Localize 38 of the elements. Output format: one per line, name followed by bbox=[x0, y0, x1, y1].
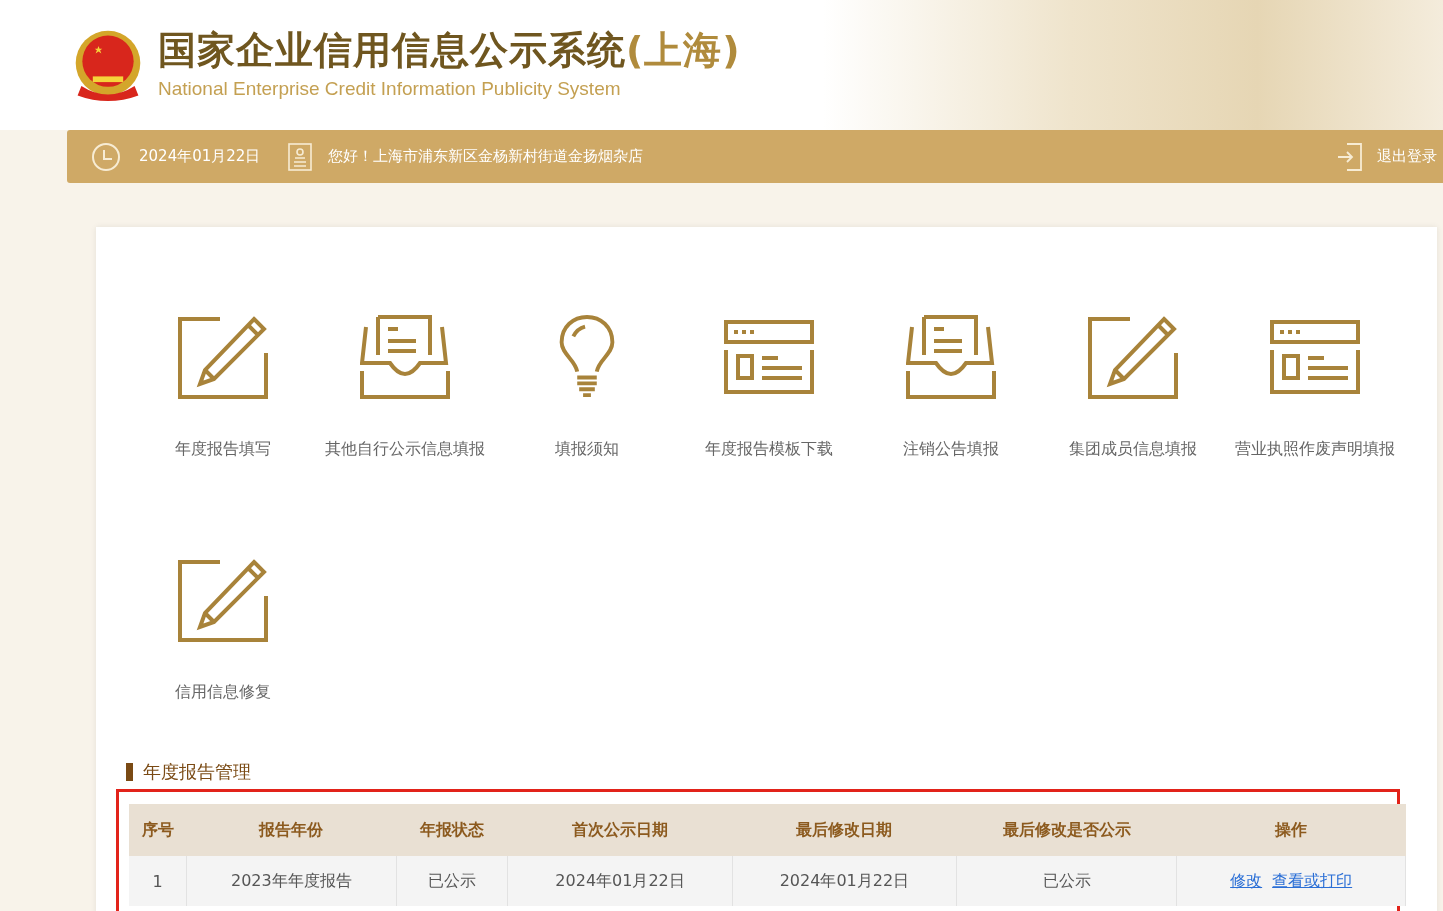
site-subtitle: National Enterprise Credit Information Publicity System bbox=[158, 77, 622, 100]
action-link[interactable]: 查看或打印 bbox=[1272, 870, 1353, 890]
pencil-on-square-icon bbox=[1088, 315, 1178, 399]
menu-tile[interactable]: 填报须知 bbox=[496, 315, 678, 460]
table-cell: 已公示 bbox=[396, 856, 508, 906]
column-header: 最后修改是否公示 bbox=[956, 804, 1177, 856]
clock-icon bbox=[91, 141, 121, 172]
table-cell: 1 bbox=[129, 856, 187, 906]
menu-tile[interactable]: 其他自行公示信息填报 bbox=[314, 315, 496, 460]
column-header: 年报状态 bbox=[396, 804, 508, 856]
table-cell: 已公示 bbox=[956, 856, 1177, 906]
action-link[interactable]: 修改 bbox=[1230, 870, 1263, 890]
section-title: 年度报告管理 bbox=[126, 763, 1407, 781]
column-header: 序号 bbox=[129, 804, 187, 856]
menu-tile[interactable]: 年度报告模板下载 bbox=[678, 315, 860, 460]
pencil-on-square-icon bbox=[178, 558, 268, 642]
pencil-on-square-icon bbox=[178, 315, 268, 399]
greeting-text: 您好！上海市浦东新区金杨新村街道金扬烟杂店 bbox=[328, 147, 644, 166]
table-cell: 2023年年度报告 bbox=[186, 856, 397, 906]
inbox-tray-icon bbox=[906, 315, 996, 399]
lightbulb-icon bbox=[557, 315, 617, 399]
logout-icon[interactable] bbox=[1337, 142, 1363, 171]
column-header: 操作 bbox=[1176, 804, 1406, 856]
menu-tile[interactable]: 年度报告填写 bbox=[132, 315, 314, 460]
column-header: 最后修改日期 bbox=[732, 804, 957, 856]
id-card-icon bbox=[288, 142, 313, 171]
menu-tile[interactable]: 营业执照作废声明填报 bbox=[1224, 315, 1406, 460]
menu-tile[interactable]: 集团成员信息填报 bbox=[1042, 315, 1224, 460]
menu-tile[interactable]: 注销公告填报 bbox=[860, 315, 1042, 460]
table-cell: 2024年01月22日 bbox=[732, 856, 957, 906]
current-date: 2024年01月22日 bbox=[139, 147, 261, 166]
menu-tile[interactable]: 信用信息修复 bbox=[132, 558, 314, 703]
column-header: 首次公示日期 bbox=[507, 804, 733, 856]
inbox-tray-icon bbox=[360, 315, 450, 399]
region-label: (上海) bbox=[626, 27, 741, 72]
site-title: 国家企业信用信息公示系统 bbox=[158, 27, 626, 72]
table-cell: 2024年01月22日 bbox=[507, 856, 733, 906]
column-header: 报告年份 bbox=[186, 804, 397, 856]
